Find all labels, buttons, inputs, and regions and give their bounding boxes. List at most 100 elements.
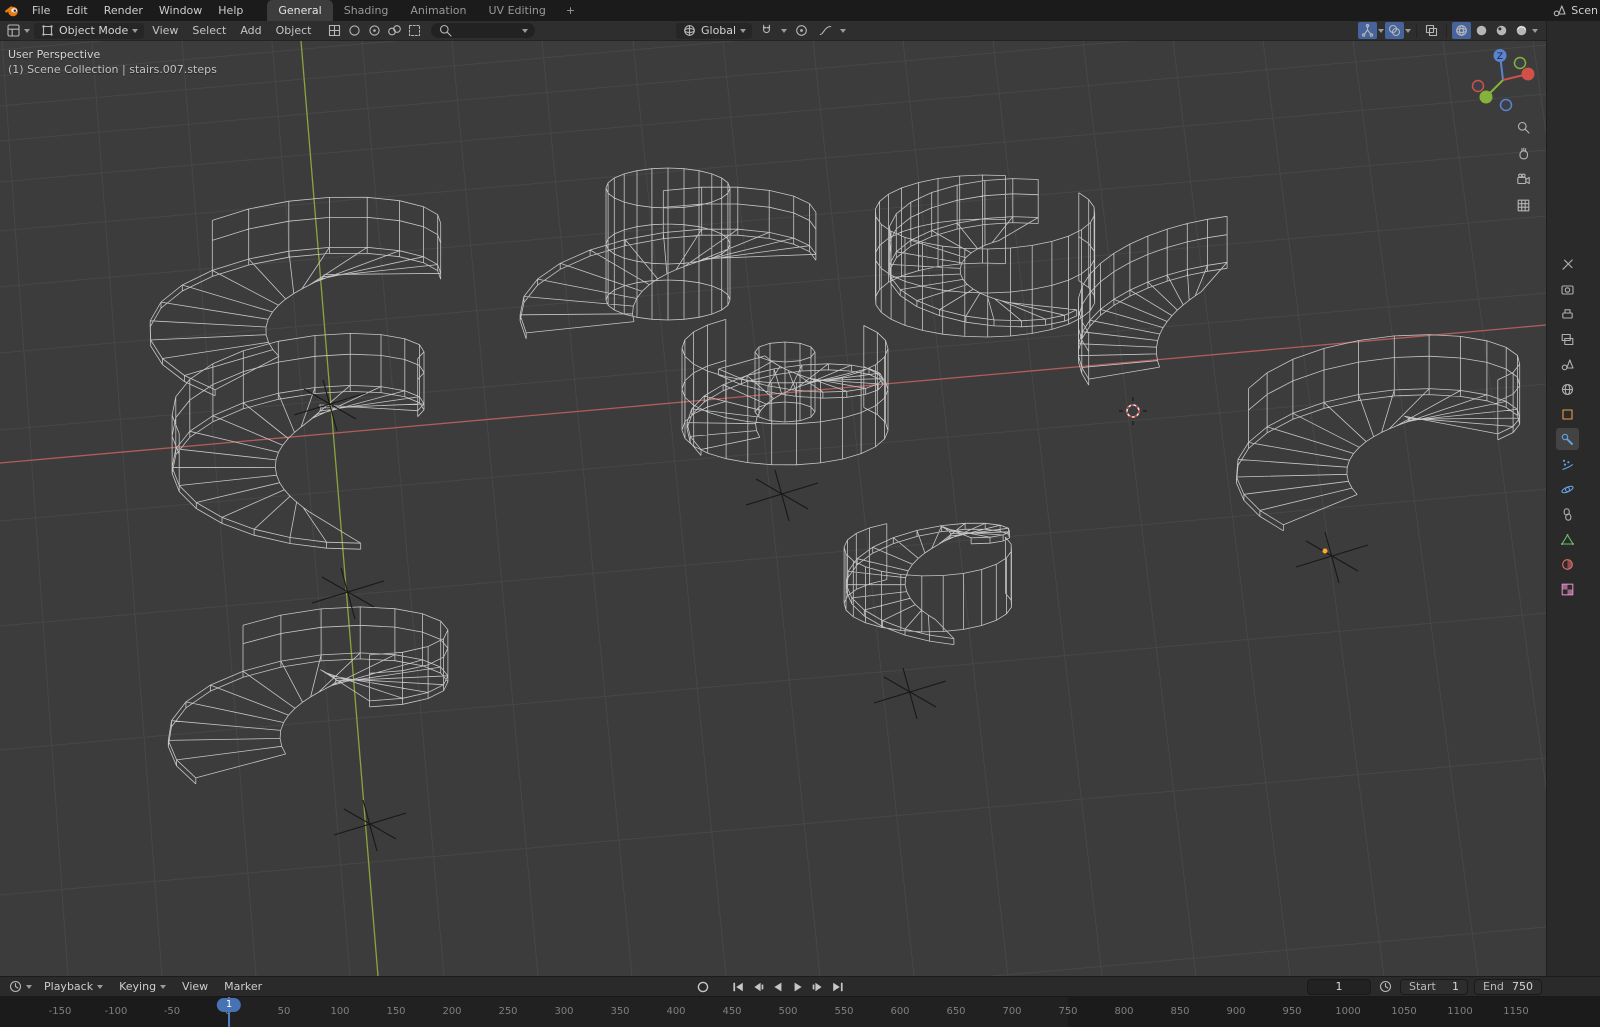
scene-selector[interactable]: Scen [1546,0,1600,21]
chevron-down-icon [740,29,746,33]
transform-cluster: Global [676,22,846,39]
editor-type-selector[interactable] [3,22,33,39]
menu-marker[interactable]: Marker [216,977,270,997]
jump-to-prev-keyframe-icon[interactable] [749,979,766,995]
workspace-tabs: GeneralShadingAnimationUV Editing [267,0,557,21]
chevron-down-icon[interactable] [1532,29,1538,33]
material-icon[interactable] [1556,553,1579,575]
menu-playback[interactable]: Playback [36,977,111,997]
show-gizmo-icon[interactable] [1358,22,1377,39]
object-data-icon[interactable] [1556,528,1579,550]
menu-window[interactable]: Window [151,1,210,21]
tab-shading[interactable]: Shading [333,0,400,21]
tool-icon[interactable] [1556,253,1579,275]
output-icon[interactable] [1556,303,1579,325]
menu-keying[interactable]: Keying [111,977,174,997]
ruler-frame-label: 800 [1114,1006,1133,1017]
viewport-header: Object Mode ViewSelectAddObject Global [0,21,1546,41]
transform-orientation-selector[interactable]: Global [676,23,752,39]
preview-range-toggle[interactable] [1377,979,1394,995]
ruler-frame-label: 250 [498,1006,517,1017]
menu-help[interactable]: Help [210,1,251,21]
ruler-frame-label: 900 [1226,1006,1245,1017]
tab-uv-editing[interactable]: UV Editing [478,0,557,21]
main-menus: FileEditRenderWindowHelp [24,1,251,21]
navigation-gizmo[interactable]: Z [1467,44,1539,116]
chevron-down-icon [522,29,528,33]
sphere-dot-icon[interactable] [365,22,384,39]
view-layer-icon[interactable] [1556,328,1579,350]
texture-icon[interactable] [1556,578,1579,600]
viewport-shading-cluster [1358,22,1538,39]
shading-wireframe-icon[interactable] [1452,22,1471,39]
chevron-down-icon[interactable] [1405,29,1411,33]
menu-view[interactable]: View [174,977,216,997]
timeline-menus: PlaybackKeyingViewMarker [36,977,270,997]
shading-material-icon[interactable] [1492,22,1511,39]
world-icon[interactable] [1556,378,1579,400]
menu-file[interactable]: File [24,1,58,21]
zoom-icon[interactable] [1514,119,1533,136]
start-frame-field[interactable]: Start 1 [1400,979,1468,995]
viewport-tools [1514,119,1533,214]
dashed-square-icon[interactable] [405,22,424,39]
hand-icon[interactable] [1514,145,1533,162]
jump-to-next-keyframe-icon[interactable] [809,979,826,995]
timeline-ruler[interactable]: 1 -150-100-50050100150200250300350400450… [0,996,1600,1027]
playhead-badge[interactable]: 1 [217,998,241,1012]
ruler-frame-label: 1000 [1335,1006,1360,1017]
current-frame-value: 1 [1336,980,1343,993]
jump-to-start-icon[interactable] [729,979,746,995]
show-overlays-icon[interactable] [1385,22,1404,39]
menu-add[interactable]: Add [233,21,268,41]
add-workspace-button[interactable]: + [557,0,584,21]
menu-render[interactable]: Render [96,1,151,21]
tab-general[interactable]: General [267,0,332,21]
particles-icon[interactable] [1556,453,1579,475]
camera-icon[interactable] [1514,171,1533,188]
shading-solid-icon[interactable] [1472,22,1491,39]
ruler-frame-label: 50 [278,1006,291,1017]
play-icon[interactable] [789,979,806,995]
viewport-search[interactable] [431,23,535,38]
end-frame-label: End [1483,980,1504,993]
scene-icon[interactable] [1556,353,1579,375]
menu-edit[interactable]: Edit [58,1,95,21]
falloff-chevron[interactable] [840,29,846,33]
current-frame-field[interactable]: 1 [1307,979,1371,995]
end-frame-field[interactable]: End 750 [1474,979,1542,995]
object-icon[interactable] [1556,403,1579,425]
physics-icon[interactable] [1556,478,1579,500]
chevron-down-icon[interactable] [1378,29,1384,33]
menu-object[interactable]: Object [269,21,319,41]
render-icon[interactable] [1556,278,1579,300]
proportional-editing-toggle[interactable] [792,22,811,39]
grid-select-icon[interactable] [325,22,344,39]
sphere-icon[interactable] [345,22,364,39]
mode-selector[interactable]: Object Mode [34,23,144,39]
view-perspective-label: User Perspective [8,48,100,61]
timeline-editor-selector[interactable] [5,978,35,995]
menu-select[interactable]: Select [185,21,233,41]
snap-options-chevron[interactable] [781,29,787,33]
modifiers-icon[interactable] [1556,428,1579,450]
menu-view[interactable]: View [145,21,185,41]
play-reverse-icon[interactable] [769,979,786,995]
blender-logo-icon[interactable] [0,3,24,18]
ruler-frame-label: -50 [164,1006,180,1017]
ruler-frame-label: -100 [105,1006,128,1017]
header-toggle-icons [325,22,424,39]
blender-window: FileEditRenderWindowHelp GeneralShadingA… [0,0,1600,1027]
proportional-falloff-icon[interactable] [816,22,835,39]
tab-animation[interactable]: Animation [399,0,477,21]
snap-toggle[interactable] [757,22,776,39]
toggle-xray-icon[interactable] [1422,22,1441,39]
ruler-frame-label: 750 [1058,1006,1077,1017]
grid-icon[interactable] [1514,197,1533,214]
auto-keying-toggle[interactable] [694,979,711,995]
jump-to-end-icon[interactable] [829,979,846,995]
viewport-3d[interactable]: User Perspective (1) Scene Collection | … [0,41,1546,976]
shading-rendered-icon[interactable] [1512,22,1531,39]
spheres-pair-icon[interactable] [385,22,404,39]
constraints-icon[interactable] [1556,503,1579,525]
